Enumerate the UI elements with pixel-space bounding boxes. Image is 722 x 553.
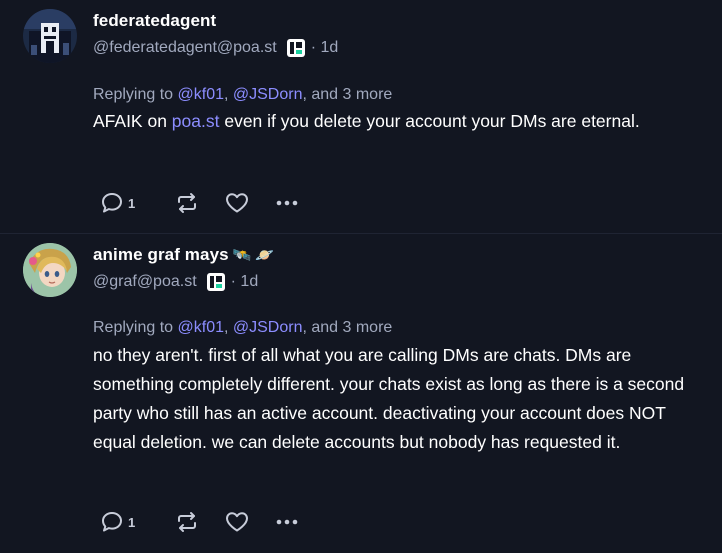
author-handle[interactable]: @federatedagent@poa.st [93,39,277,57]
post-content: AFAIK on poa.st even if you delete your … [93,107,705,136]
ringed-planet-icon: 🪐 [255,246,275,264]
author-handle-row: @graf@poa.st · 1d [93,271,258,293]
post-link[interactable]: poa.st [172,111,220,131]
mention-separator: , [223,319,233,336]
post-text: no they aren't. first of all what you ar… [93,345,685,452]
reply-count: 1 [128,514,136,530]
repost-icon [178,193,196,213]
satellite-icon: 🛰️ [232,246,252,264]
author-name-row: federatedagent [93,10,216,32]
reply-to-line: Replying to @kf01, @JSDorn, and 3 more [93,319,392,337]
repost-button[interactable] [174,510,224,534]
reply-count: 1 [128,195,136,211]
status-post: anime graf mays 🛰️ 🪐 @graf@poa.st · 1d R… [0,234,722,553]
favourite-button[interactable] [224,191,274,215]
reply-to-line: Replying to @kf01, @JSDorn, and 3 more [93,86,392,104]
mention-link[interactable]: @kf01 [178,319,224,336]
repost-icon [178,512,196,532]
mention-separator: , [223,86,233,103]
reply-to-prefix: Replying to [93,319,178,336]
status-post: federatedagent @federatedagent@poa.st · … [0,0,722,234]
avatar[interactable] [23,243,77,297]
more-icon [276,200,298,206]
heart-icon [226,512,248,532]
avatar[interactable] [23,9,77,63]
more-button[interactable] [274,510,300,534]
mention-link[interactable]: @kf01 [178,86,224,103]
post-actions: 1 [100,190,300,216]
favourite-button[interactable] [224,510,274,534]
repost-button[interactable] [174,191,224,215]
timeline-feed: federatedagent @federatedagent@poa.st · … [0,0,722,553]
pleroma-icon [286,39,305,57]
reply-to-more[interactable]: , and 3 more [302,86,392,103]
post-timestamp[interactable]: · 1d [311,39,339,57]
author-display-name[interactable]: anime graf mays [93,245,229,265]
post-content: no they aren't. first of all what you ar… [93,341,705,457]
reply-icon [102,193,122,213]
heart-icon [226,193,248,213]
more-icon [276,519,298,525]
reply-button[interactable]: 1 [100,191,174,215]
pleroma-icon [206,273,225,291]
mention-link[interactable]: @JSDorn [233,86,303,103]
reply-button[interactable]: 1 [100,510,174,534]
author-handle-row: @federatedagent@poa.st · 1d [93,37,338,59]
mention-link[interactable]: @JSDorn [233,319,303,336]
author-name-row: anime graf mays 🛰️ 🪐 [93,244,274,266]
reply-to-more[interactable]: , and 3 more [302,319,392,336]
post-text: even if you delete your account your DMs… [219,111,640,131]
post-timestamp[interactable]: · 1d [231,273,259,291]
author-handle[interactable]: @graf@poa.st [93,273,197,291]
reply-to-prefix: Replying to [93,86,178,103]
post-actions: 1 [100,509,300,535]
more-button[interactable] [274,191,300,215]
author-display-name[interactable]: federatedagent [93,11,216,31]
post-text: AFAIK on [93,111,172,131]
reply-icon [102,512,122,532]
